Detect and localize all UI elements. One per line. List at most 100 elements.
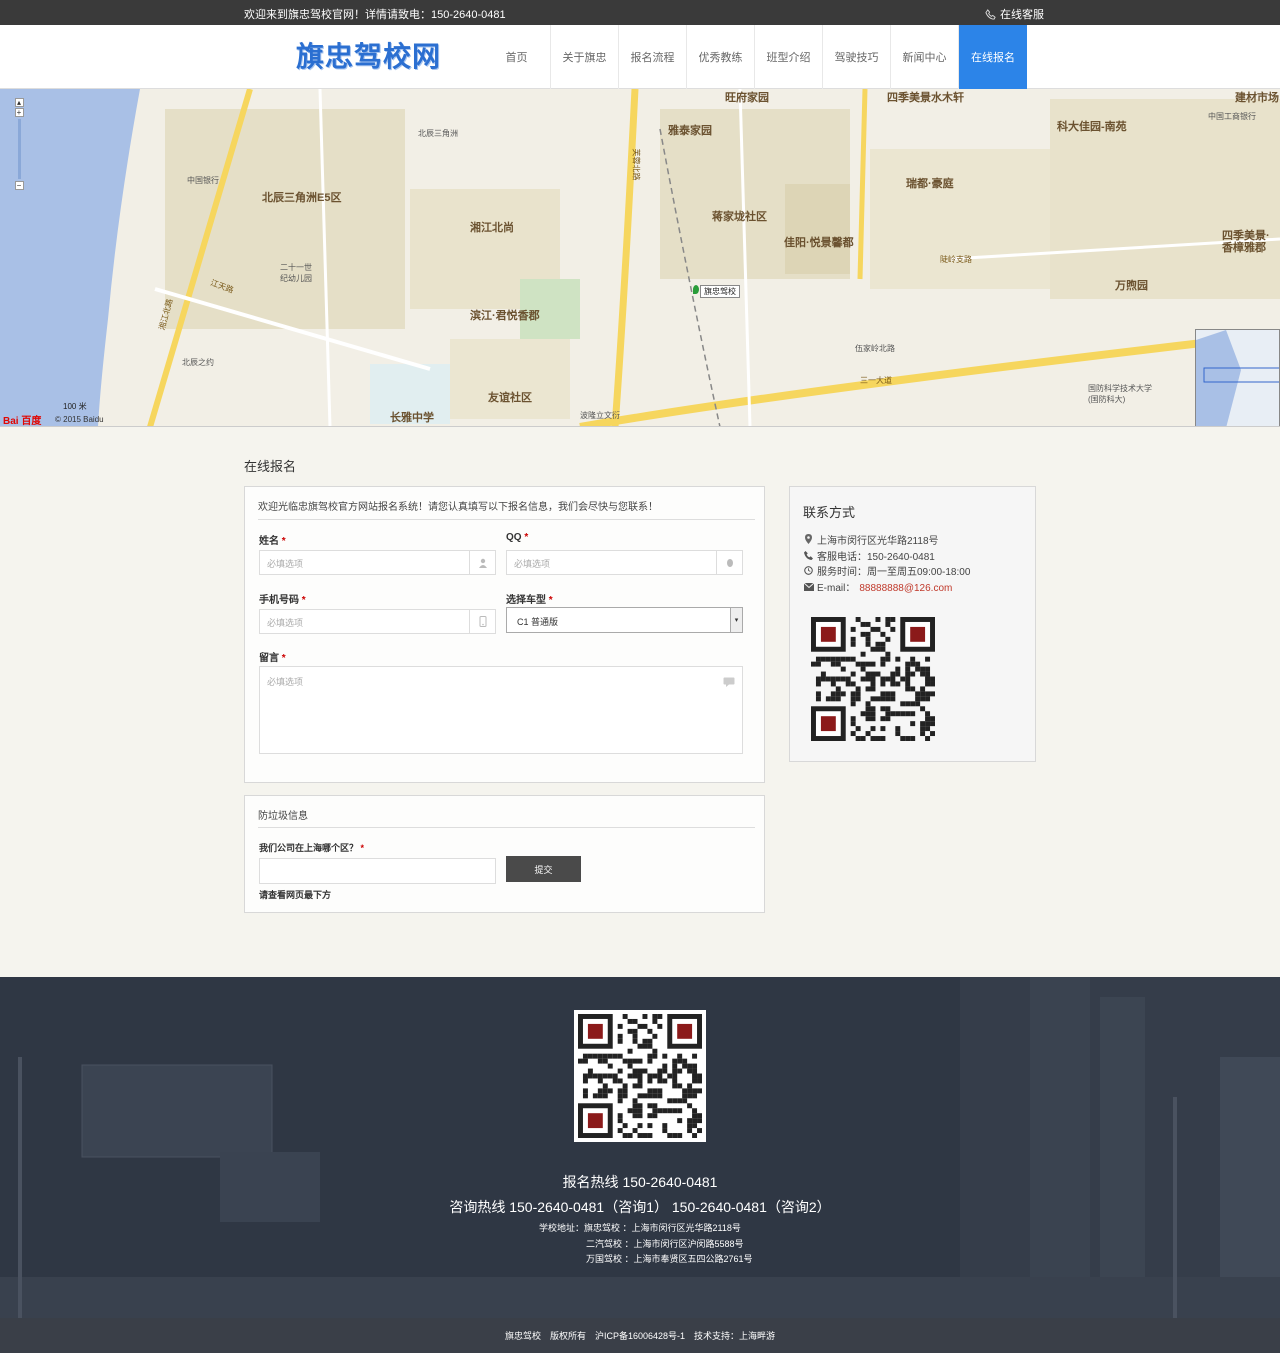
- map-label: 四季美景·香樟雅郡: [1222, 230, 1270, 254]
- map-overview-canvas: [1196, 330, 1279, 426]
- contact-panel: 联系方式 上海市闵行区光华路2118号 客服电话：150-2640-0481 服…: [789, 486, 1036, 762]
- copyright-site: 旗忠驾校: [504, 1331, 541, 1341]
- map-label: 陡岭支路: [940, 255, 972, 264]
- baidu-logo: Bai 百度: [3, 416, 42, 427]
- map-label: 北辰三角洲: [418, 129, 458, 138]
- message-label: 留言 *: [259, 653, 286, 664]
- divider: [258, 519, 755, 520]
- map-overview[interactable]: [1195, 329, 1280, 426]
- anti-spam-hint: 请查看网页最下方: [259, 890, 332, 900]
- baidu-map[interactable]: ▴ + − 北辰三角洲E5区 湘江北尚 滨江·君悦香郡 雅泰家园 蒋家垅社区 佳…: [0, 89, 1280, 427]
- phone-icon: [985, 8, 996, 20]
- map-scale: 100 米: [63, 402, 87, 411]
- car-type-value: C1 普通版: [517, 617, 559, 627]
- map-label: 波隆立文衍: [580, 411, 620, 420]
- nav-about[interactable]: 关于旗忠: [551, 25, 619, 89]
- icp-number[interactable]: 沪ICP备16006428号-1: [595, 1329, 685, 1342]
- welcome-text: 欢迎来到旗忠驾校官网！详情请致电：150-2640-0481: [244, 9, 506, 21]
- map-label: 瑞都·豪庭: [906, 178, 954, 190]
- nav-home[interactable]: 首页: [483, 25, 551, 89]
- map-label: 建材市场: [1235, 92, 1279, 104]
- copyright-bar: 旗忠驾校 版权所有 沪ICP备16006428号-1 技术支持：上海畔游: [0, 1318, 1280, 1353]
- qq-input[interactable]: 必填选项: [506, 550, 743, 575]
- contact-email: E-mail： 88888888@126.com: [803, 581, 970, 597]
- map-copyright: © 2015 Baidu: [55, 415, 104, 424]
- site-header: 旗忠驾校网 首页 关于旗忠 报名流程 优秀教练 班型介绍 驾驶技巧 新闻中心 在…: [0, 25, 1280, 89]
- map-label: 芙蓉北路: [631, 148, 641, 181]
- online-service-link[interactable]: 在线客服: [985, 6, 1044, 22]
- qq-icon: [716, 551, 742, 574]
- footer-qr-code-frame: [574, 1010, 706, 1142]
- map-label: 二十一世纪幼儿园: [280, 263, 312, 283]
- map-label: 佳阳·悦景馨都: [784, 237, 854, 249]
- map-zoom-in-button[interactable]: +: [14, 108, 24, 117]
- main-nav: 首页 关于旗忠 报名流程 优秀教练 班型介绍 驾驶技巧 新闻中心 在线报名: [483, 25, 1027, 89]
- map-label: 雅泰家园: [668, 125, 712, 137]
- map-label: 科大佳园-南苑: [1057, 121, 1127, 133]
- site-logo[interactable]: 旗忠驾校网: [296, 35, 441, 75]
- school-address-2: 二汽驾校 ：上海市闵行区沪闵路5588号: [586, 1239, 744, 1249]
- contact-title: 联系方式: [803, 505, 856, 520]
- anti-spam-input[interactable]: [259, 858, 496, 884]
- anti-spam-form: 防垃圾信息 我们公司在上海哪个区？ * 提交 请查看网页最下方: [244, 795, 765, 913]
- qq-label: QQ *: [506, 532, 529, 543]
- phone-placeholder: 必填选项: [267, 618, 304, 628]
- map-zoom-slider[interactable]: [17, 119, 21, 179]
- email-link[interactable]: 88888888@126.com: [859, 581, 952, 597]
- map-label: 中国银行: [187, 176, 219, 185]
- map-canvas: [0, 89, 1280, 426]
- submit-button[interactable]: 提交: [506, 856, 581, 882]
- anti-spam-title: 防垃圾信息: [258, 811, 308, 822]
- contact-phone: 客服电话：150-2640-0481: [804, 550, 970, 566]
- copyright-rights: 版权所有: [549, 1331, 586, 1341]
- signup-form: 欢迎光临忠旗驾校官方网站报名系统！请您认真填写以下报名信息，我们会尽快与您联系！…: [244, 486, 765, 783]
- map-zoom-control[interactable]: ▴ + −: [7, 97, 31, 191]
- site-footer: 报名热线 150-2640-0481 咨询热线 150-2640-0481（咨询…: [0, 977, 1280, 1318]
- map-label: 北辰三角洲E5区: [262, 192, 342, 204]
- nav-process[interactable]: 报名流程: [619, 25, 687, 89]
- contact-hours: 服务时间：周一至周五09:00-18:00: [804, 565, 970, 581]
- location-pin-icon[interactable]: [693, 285, 699, 294]
- tech-support[interactable]: 技术支持：上海畔游: [694, 1329, 775, 1342]
- nav-news[interactable]: 新闻中心: [891, 25, 959, 89]
- car-type-select[interactable]: C1 普通版 ▾: [506, 607, 743, 633]
- clock-icon: [804, 565, 813, 581]
- qq-placeholder: 必填选项: [514, 559, 551, 569]
- contact-address: 上海市闵行区光华路2118号: [804, 534, 970, 550]
- nav-online-signup[interactable]: 在线报名: [959, 25, 1027, 89]
- phone-icon: [804, 550, 813, 566]
- location-icon: [804, 534, 813, 550]
- mobile-icon: [469, 610, 495, 633]
- nav-coaches[interactable]: 优秀教练: [687, 25, 755, 89]
- comment-icon: [723, 677, 735, 690]
- message-textarea[interactable]: 必填选项: [259, 666, 743, 754]
- name-input[interactable]: 必填选项: [259, 550, 496, 575]
- map-label: 伍家岭北路: [855, 344, 895, 353]
- user-icon: [469, 551, 495, 574]
- map-label: 长雅中学: [390, 412, 434, 424]
- map-label: 旺府家园: [725, 92, 769, 104]
- anti-spam-question: 我们公司在上海哪个区？ *: [259, 843, 365, 853]
- map-marker-label[interactable]: 旗忠驾校: [700, 285, 740, 298]
- phone-input[interactable]: 必填选项: [259, 609, 496, 634]
- map-label: 三一大道: [860, 376, 892, 385]
- message-placeholder: 必填选项: [267, 677, 304, 687]
- name-placeholder: 必填选项: [267, 559, 304, 569]
- name-label: 姓名 *: [259, 536, 286, 547]
- nav-classes[interactable]: 班型介绍: [755, 25, 823, 89]
- map-pan-up[interactable]: ▴: [14, 98, 24, 107]
- top-bar: 欢迎来到旗忠驾校官网！详情请致电：150-2640-0481 在线客服: [0, 0, 1280, 25]
- school-address-1: 学校地址：旗忠驾校 ：上海市闵行区光华路2118号: [539, 1223, 741, 1233]
- map-label: 国防科学技术大学(国防科大): [1088, 384, 1152, 404]
- nav-tips[interactable]: 驾驶技巧: [823, 25, 891, 89]
- map-zoom-out-button[interactable]: −: [14, 181, 24, 190]
- contact-list: 上海市闵行区光华路2118号 客服电话：150-2640-0481 服务时间：周…: [803, 534, 970, 597]
- wechat-qr-code: [811, 617, 935, 741]
- footer-qr-code: [578, 1014, 702, 1138]
- select-arrow-icon[interactable]: ▾: [730, 608, 742, 632]
- map-label: 湘江北尚: [470, 222, 514, 234]
- online-service-label: 在线客服: [1000, 9, 1044, 21]
- form-intro: 欢迎光临忠旗驾校官方网站报名系统！请您认真填写以下报名信息，我们会尽快与您联系！: [258, 502, 658, 513]
- phone-label: 手机号码 *: [259, 595, 306, 606]
- section-title: 在线报名: [244, 459, 297, 474]
